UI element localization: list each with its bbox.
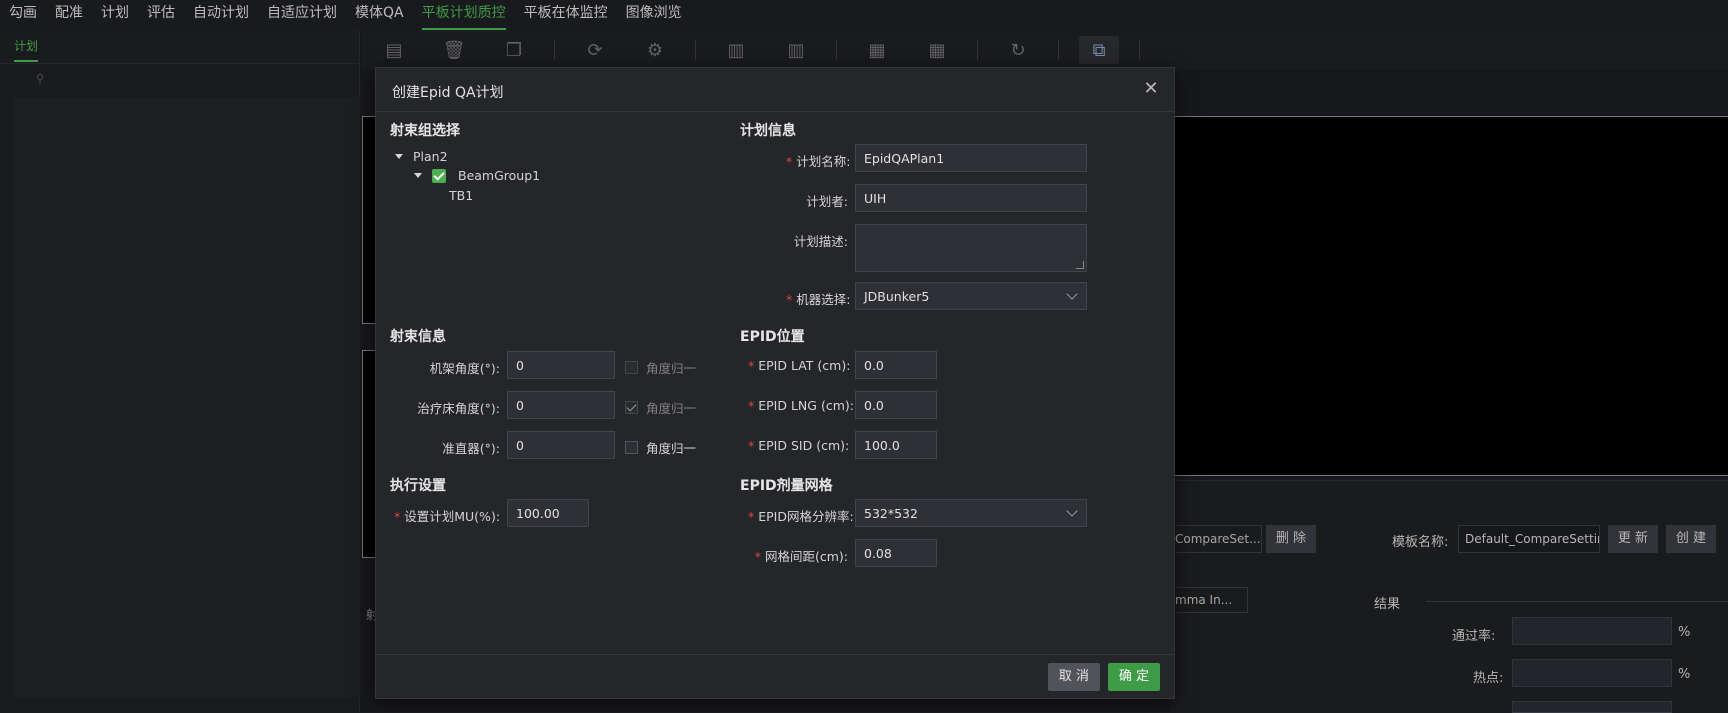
caret-down-icon[interactable] [395, 154, 403, 159]
collimator-angle-input[interactable]: 0 [507, 431, 615, 459]
gantry-angle-input[interactable]: 0 [507, 351, 615, 379]
create-epid-qa-plan-dialog: 创建Epid QA计划 ✕ 射束组选择 Plan2 BeamGroup1 TB1… [375, 67, 1175, 699]
dialog-header: 创建Epid QA计划 ✕ [376, 68, 1174, 112]
checkbox-icon[interactable] [625, 441, 638, 454]
required-mark: * [786, 292, 793, 307]
plan-mu-label-text: 设置计划MU(%): [404, 509, 501, 524]
checkbox-checked-icon[interactable] [625, 401, 638, 414]
epid-lng-label-text: EPID LNG (cm): [758, 398, 854, 413]
epid-position-section-title: EPID位置 [740, 329, 805, 345]
machine-select-label: * 机器选择: [786, 289, 851, 308]
epid-sid-input[interactable]: 100.0 [855, 431, 937, 459]
machine-select[interactable]: JDBunker5 [855, 282, 1087, 310]
required-mark: * [786, 154, 793, 169]
grid-resolution-value: 532*532 [864, 506, 918, 521]
tree-node-beam-group[interactable]: BeamGroup1 [414, 168, 540, 183]
machine-select-label-text: 机器选择: [796, 292, 851, 307]
required-mark: * [748, 358, 755, 373]
caret-down-icon[interactable] [414, 173, 422, 178]
required-mark: * [754, 549, 761, 564]
tree-node-beam[interactable]: TB1 [449, 188, 473, 203]
beam-group-checkbox[interactable] [432, 168, 446, 183]
dose-grid-section-title: EPID剂量网格 [740, 478, 833, 494]
grid-resolution-select[interactable]: 532*532 [855, 499, 1087, 527]
resize-handle-icon[interactable] [1076, 261, 1084, 269]
couch-normalize-label: 角度归一 [646, 401, 697, 416]
beam-group-section-title: 射束组选择 [390, 123, 460, 139]
dialog-title: 创建Epid QA计划 [392, 85, 504, 101]
plan-name-label: * 计划名称: [786, 151, 851, 170]
gantry-normalize-checkbox[interactable]: 角度归一 [625, 358, 696, 377]
close-icon[interactable]: ✕ [1142, 80, 1160, 98]
tree-node-plan[interactable]: Plan2 [395, 149, 448, 164]
grid-spacing-label-text: 网格间距(cm): [764, 549, 848, 564]
couch-normalize-checkbox[interactable]: 角度归一 [625, 398, 696, 417]
dialog-footer: 取 消 确 定 [376, 654, 1174, 698]
plan-mu-label: * 设置计划MU(%): [394, 506, 500, 525]
epid-lat-input[interactable]: 0.0 [855, 351, 937, 379]
plan-description-label: 计划描述: [793, 234, 848, 249]
grid-resolution-label-text: EPID网格分辨率: [758, 509, 854, 524]
required-mark: * [748, 398, 755, 413]
required-mark: * [748, 438, 755, 453]
beam-info-section-title: 射束信息 [390, 329, 446, 345]
plan-name-input[interactable]: EpidQAPlan1 [855, 144, 1087, 172]
grid-spacing-label: * 网格间距(cm): [748, 546, 848, 565]
epid-lng-label: * EPID LNG (cm): [748, 398, 854, 413]
epid-lat-label-text: EPID LAT (cm): [758, 358, 851, 373]
couch-angle-input[interactable]: 0 [507, 391, 615, 419]
epid-lat-label: * EPID LAT (cm): [748, 358, 851, 373]
required-mark: * [748, 509, 755, 524]
planner-input[interactable]: UIH [855, 184, 1087, 212]
gantry-normalize-label: 角度归一 [646, 361, 697, 376]
plan-info-section-title: 计划信息 [740, 123, 796, 139]
grid-spacing-input[interactable]: 0.08 [855, 539, 937, 567]
grid-resolution-label: * EPID网格分辨率: [748, 506, 854, 525]
tree-node-beam-group-label: BeamGroup1 [458, 168, 541, 183]
epid-lng-input[interactable]: 0.0 [855, 391, 937, 419]
confirm-button[interactable]: 确 定 [1108, 663, 1160, 691]
collimator-normalize-checkbox[interactable]: 角度归一 [625, 438, 696, 457]
collimator-angle-label: 准直器(°): [442, 441, 500, 456]
required-mark: * [394, 509, 401, 524]
tree-node-plan-label: Plan2 [413, 149, 448, 164]
couch-angle-label: 治疗床角度(°): [417, 401, 500, 416]
collimator-normalize-label: 角度归一 [646, 441, 697, 456]
machine-select-value: JDBunker5 [864, 289, 930, 304]
checkbox-icon[interactable] [625, 361, 638, 374]
plan-mu-input[interactable]: 100.00 [507, 499, 589, 527]
epid-sid-label-text: EPID SID (cm): [758, 438, 850, 453]
cancel-button[interactable]: 取 消 [1048, 663, 1100, 691]
gantry-angle-label: 机架角度(°): [429, 361, 500, 376]
epid-sid-label: * EPID SID (cm): [748, 438, 850, 453]
chevron-down-icon [1066, 505, 1078, 517]
chevron-down-icon [1066, 288, 1078, 300]
tree-node-beam-label: TB1 [449, 188, 474, 203]
planner-label: 计划者: [806, 194, 848, 209]
execution-section-title: 执行设置 [390, 478, 446, 494]
plan-description-textarea[interactable] [855, 224, 1087, 272]
plan-name-label-text: 计划名称: [796, 154, 851, 169]
